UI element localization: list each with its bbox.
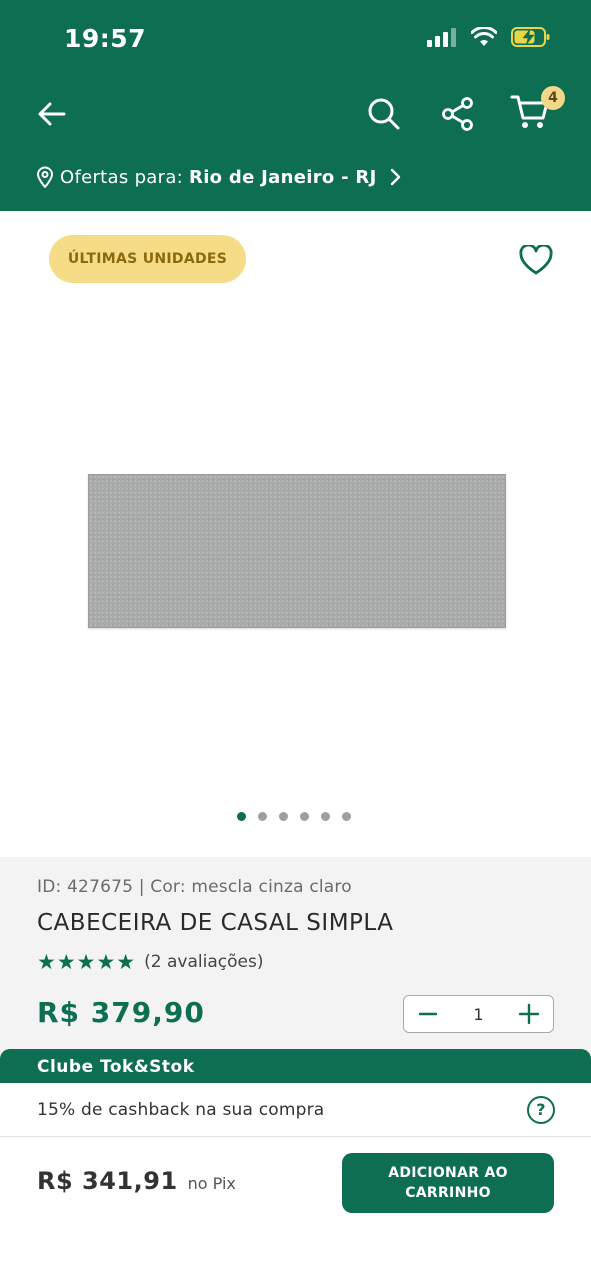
carousel-dot[interactable] bbox=[321, 812, 330, 821]
carousel-dot[interactable] bbox=[342, 812, 351, 821]
back-button[interactable] bbox=[28, 90, 76, 138]
location-label: Ofertas para: bbox=[60, 166, 184, 188]
search-button[interactable] bbox=[360, 90, 408, 138]
quantity-value: 1 bbox=[473, 1004, 484, 1024]
heart-icon bbox=[519, 245, 553, 275]
image-carousel-indicator bbox=[237, 812, 351, 821]
app-header: 19:57 4 Ofertas para: Rio de Janeiro - R… bbox=[0, 0, 591, 211]
help-icon[interactable]: ? bbox=[527, 1095, 555, 1124]
arrow-left-icon bbox=[38, 102, 66, 126]
carousel-dot[interactable] bbox=[258, 812, 267, 821]
product-price: R$ 379,90 bbox=[37, 996, 205, 1029]
status-icons bbox=[427, 26, 551, 52]
carousel-dot[interactable] bbox=[237, 812, 246, 821]
share-button[interactable] bbox=[434, 90, 482, 138]
pix-price: R$ 341,91 bbox=[37, 1167, 178, 1195]
cashback-text: 15% de cashback na sua compra bbox=[37, 1099, 325, 1120]
battery-charging-icon bbox=[511, 26, 551, 52]
location-city: Rio de Janeiro - RJ bbox=[189, 166, 377, 188]
plus-icon bbox=[518, 1003, 540, 1025]
product-meta: ID: 427675 | Cor: mescla cinza claro bbox=[37, 877, 352, 897]
clube-panel: Clube Tok&Stok 15% de cashback na sua co… bbox=[0, 1049, 591, 1137]
delivery-location[interactable]: Ofertas para: Rio de Janeiro - RJ bbox=[36, 166, 401, 188]
product-rating[interactable]: ★★★★★ (2 avaliações) bbox=[37, 950, 263, 974]
cart-count-badge: 4 bbox=[541, 86, 565, 110]
minus-icon bbox=[418, 1012, 438, 1016]
add-to-cart-button[interactable]: ADICIONAR AO CARRINHO bbox=[342, 1153, 554, 1213]
increase-quantity-button[interactable] bbox=[515, 1000, 543, 1028]
cashback-row: 15% de cashback na sua compra ? bbox=[0, 1083, 591, 1137]
pix-label: no Pix bbox=[187, 1174, 236, 1193]
quantity-stepper: 1 bbox=[403, 995, 554, 1033]
product-image[interactable] bbox=[88, 474, 506, 628]
clube-title: Clube Tok&Stok bbox=[0, 1049, 591, 1083]
review-count: (2 avaliações) bbox=[144, 952, 264, 972]
rating-stars: ★★★★★ bbox=[37, 950, 137, 974]
wifi-icon bbox=[470, 26, 498, 51]
carousel-dot[interactable] bbox=[300, 812, 309, 821]
status-time: 19:57 bbox=[64, 24, 147, 53]
chevron-right-icon bbox=[389, 168, 401, 186]
share-icon bbox=[442, 97, 473, 131]
favorite-button[interactable] bbox=[514, 238, 558, 282]
search-icon bbox=[368, 98, 400, 130]
last-units-badge: ÚLTIMAS UNIDADES bbox=[49, 235, 246, 283]
signal-icon bbox=[427, 27, 457, 51]
location-pin-icon bbox=[36, 166, 54, 188]
product-title: CABECEIRA DE CASAL SIMPLA bbox=[37, 910, 394, 936]
pix-price-block: R$ 341,91 no Pix bbox=[37, 1167, 236, 1195]
carousel-dot[interactable] bbox=[279, 812, 288, 821]
decrease-quantity-button[interactable] bbox=[414, 1000, 442, 1028]
